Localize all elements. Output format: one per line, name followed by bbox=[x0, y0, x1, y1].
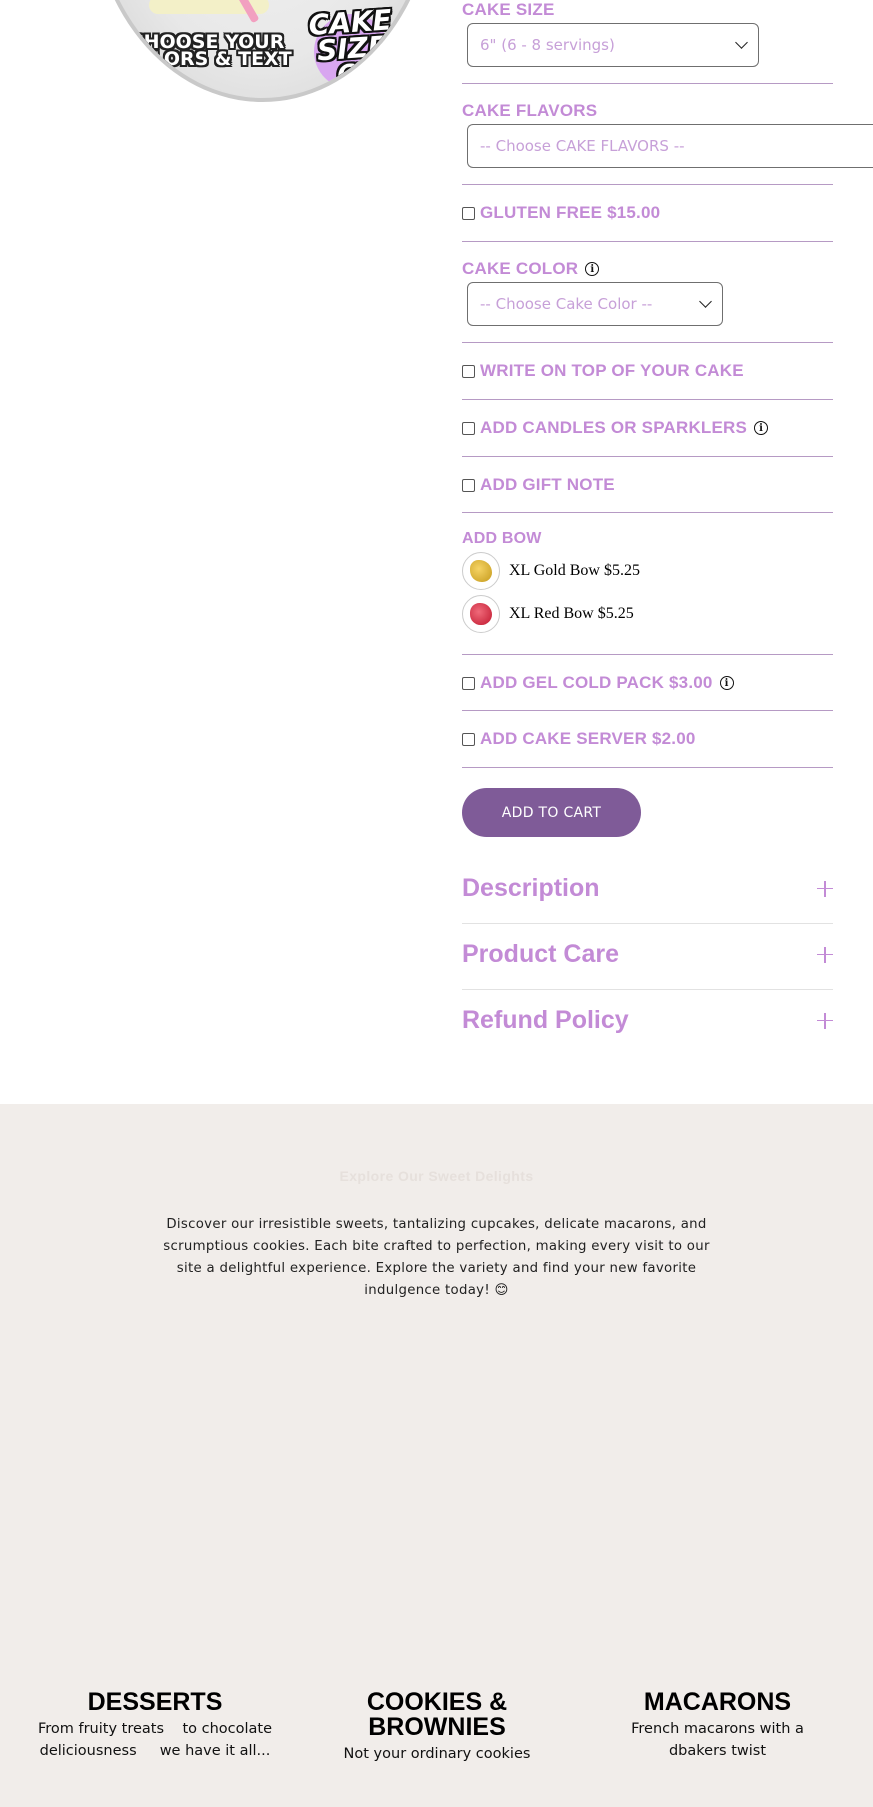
write-on-top-option[interactable]: WRITE ON TOP OF YOUR CAKE bbox=[462, 361, 744, 381]
gluten-free-option[interactable]: GLUTEN FREE $15.00 bbox=[462, 203, 660, 223]
category-subtitle: Not your ordinary cookies bbox=[343, 1746, 531, 1762]
candles-checkbox[interactable] bbox=[462, 421, 475, 435]
cold-pack-checkbox[interactable] bbox=[462, 676, 475, 690]
divider bbox=[462, 83, 833, 84]
accordion-title[interactable]: Description bbox=[462, 874, 600, 903]
image-overlay-text-left: CHOOSE YOUR COLORS & TEXT bbox=[122, 31, 292, 70]
write-on-top-checkbox[interactable] bbox=[462, 364, 475, 378]
gold-bow-icon bbox=[470, 560, 492, 582]
category-cookies-brownies[interactable]: COOKIES & BROWNIES Not your ordinary coo… bbox=[322, 1690, 552, 1765]
plus-icon[interactable] bbox=[817, 946, 833, 963]
cake-server-checkbox[interactable] bbox=[462, 732, 475, 746]
plus-icon[interactable] bbox=[817, 880, 833, 897]
divider bbox=[462, 512, 833, 513]
footer-blurb: Discover our irresistible sweets, tantal… bbox=[163, 1217, 710, 1298]
write-on-top-label[interactable]: WRITE ON TOP OF YOUR CAKE bbox=[480, 361, 744, 381]
add-bow-label: ADD BOW bbox=[462, 530, 542, 547]
divider bbox=[462, 654, 833, 655]
gift-note-checkbox[interactable] bbox=[462, 478, 475, 492]
info-icon[interactable]: i bbox=[585, 262, 600, 276]
cake-flavors-placeholder: -- Choose CAKE FLAVORS -- bbox=[480, 137, 685, 155]
info-icon[interactable]: i bbox=[719, 676, 734, 690]
gluten-free-label[interactable]: GLUTEN FREE $15.00 bbox=[480, 203, 660, 223]
footer-faint-title: Explore Our Sweet Delights bbox=[339, 1168, 534, 1184]
accordion-description[interactable]: Description bbox=[462, 874, 833, 903]
bow-option-gold[interactable]: XL Gold Bow $5.25 bbox=[462, 552, 640, 590]
gift-note-option[interactable]: ADD GIFT NOTE bbox=[462, 475, 615, 495]
category-macarons[interactable]: MACARONS French macarons with a dbakers … bbox=[610, 1690, 825, 1762]
accordion-refund-policy[interactable]: Refund Policy bbox=[462, 1006, 833, 1035]
divider bbox=[462, 399, 833, 400]
category-subtitle: French macarons with a dbakers twist bbox=[631, 1721, 804, 1759]
cake-flavors-select[interactable]: -- Choose CAKE FLAVORS -- bbox=[467, 124, 873, 168]
category-desserts[interactable]: DESSERTS From fruity treats to chocolate… bbox=[30, 1690, 280, 1762]
image-overlay-text-right: CAKE SIZE 6" bbox=[307, 3, 393, 93]
gold-bow-swatch[interactable] bbox=[462, 552, 500, 590]
divider bbox=[462, 989, 833, 990]
cake-size-select[interactable]: 6" (6 - 8 servings) bbox=[467, 23, 759, 67]
bow-option-label[interactable]: XL Red Bow $5.25 bbox=[509, 605, 634, 623]
category-title[interactable]: DESSERTS bbox=[30, 1690, 280, 1715]
category-title[interactable]: COOKIES & BROWNIES bbox=[322, 1690, 552, 1740]
accordion-title[interactable]: Product Care bbox=[462, 940, 619, 969]
divider bbox=[462, 342, 833, 343]
candles-label[interactable]: ADD CANDLES OR SPARKLERS bbox=[480, 418, 747, 438]
info-icon[interactable]: i bbox=[754, 421, 769, 435]
divider bbox=[462, 923, 833, 924]
candles-option[interactable]: ADD CANDLES OR SPARKLERS i bbox=[462, 418, 769, 438]
divider bbox=[462, 767, 833, 768]
cake-color-placeholder: -- Choose Cake Color -- bbox=[480, 295, 653, 313]
bow-option-red[interactable]: XL Red Bow $5.25 bbox=[462, 595, 634, 633]
divider bbox=[462, 710, 833, 711]
divider bbox=[462, 184, 833, 185]
category-title[interactable]: MACARONS bbox=[610, 1690, 825, 1715]
cake-color-select[interactable]: -- Choose Cake Color -- bbox=[467, 282, 723, 326]
gift-note-label[interactable]: ADD GIFT NOTE bbox=[480, 475, 615, 495]
cake-color-heading: CAKE COLOR i bbox=[462, 259, 600, 279]
cold-pack-label[interactable]: ADD GEL COLD PACK $3.00 bbox=[480, 673, 713, 693]
cake-server-label[interactable]: ADD CAKE SERVER $2.00 bbox=[480, 729, 696, 749]
plus-icon[interactable] bbox=[817, 1012, 833, 1029]
divider bbox=[462, 456, 833, 457]
accordion-title[interactable]: Refund Policy bbox=[462, 1006, 629, 1035]
cake-color-label: CAKE COLOR bbox=[462, 259, 579, 278]
cake-size-value: 6" (6 - 8 servings) bbox=[480, 36, 615, 54]
chevron-down-icon bbox=[699, 295, 712, 308]
cake-flavors-label: CAKE FLAVORS bbox=[462, 101, 598, 120]
cold-pack-option[interactable]: ADD GEL COLD PACK $3.00 i bbox=[462, 673, 734, 693]
add-to-cart-button[interactable]: ADD TO CART bbox=[462, 788, 641, 837]
accordion-product-care[interactable]: Product Care bbox=[462, 940, 833, 969]
cake-size-label: CAKE SIZE bbox=[462, 0, 555, 19]
gluten-free-checkbox[interactable] bbox=[462, 206, 475, 220]
red-bow-icon bbox=[470, 603, 492, 625]
divider bbox=[462, 241, 833, 242]
chevron-down-icon bbox=[735, 36, 748, 49]
bow-option-label[interactable]: XL Gold Bow $5.25 bbox=[509, 562, 640, 580]
cake-server-option[interactable]: ADD CAKE SERVER $2.00 bbox=[462, 729, 696, 749]
category-subtitle: From fruity treats to chocolate deliciou… bbox=[37, 1721, 277, 1759]
product-image[interactable]: CHOOSE YOUR COLORS & TEXT CAKE SIZE 6" bbox=[90, 0, 435, 102]
red-bow-swatch[interactable] bbox=[462, 595, 500, 633]
